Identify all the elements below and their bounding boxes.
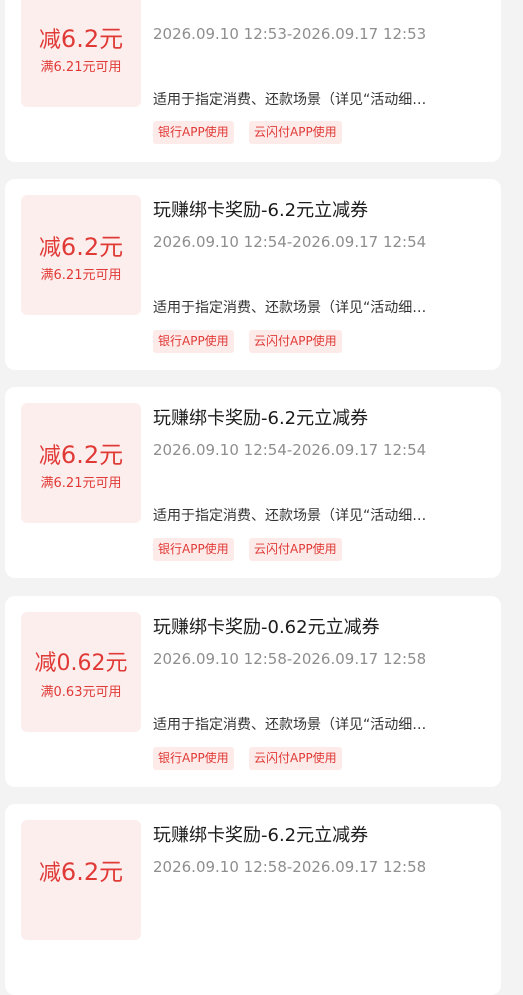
coupon-title: 玩赚绑卡奖励-6.2元立减券: [153, 408, 369, 429]
coupon-amount-badge: 减6.2元 满6.21元可用: [21, 403, 141, 523]
coupon-condition: 满0.63元可用: [40, 685, 122, 700]
coupon-card[interactable]: 减6.2元 满6.21元可用 2026.09.10 12:53-2026.09.…: [5, 0, 501, 162]
coupon-amount: 减6.2元: [38, 858, 124, 886]
tag-unionpay-app: 云闪付APP使用: [249, 330, 342, 353]
coupon-condition: 满6.21元可用: [40, 268, 122, 283]
tag-unionpay-app: 云闪付APP使用: [249, 747, 342, 770]
coupon-validity: 2026.09.10 12:54-2026.09.17 12:54: [153, 233, 427, 251]
tag-bank-app: 银行APP使用: [153, 330, 234, 353]
tag-bank-app: 银行APP使用: [153, 121, 234, 144]
coupon-card[interactable]: 减6.2元 满6.21元可用 玩赚绑卡奖励-6.2元立减券 2026.09.10…: [5, 387, 501, 578]
coupon-amount: 减6.2元: [38, 25, 124, 53]
coupon-amount: 减0.62元: [34, 651, 128, 676]
coupon-validity: 2026.09.10 12:58-2026.09.17 12:58: [153, 858, 427, 876]
coupon-amount-badge: 减6.2元 满6.21元可用: [21, 195, 141, 315]
coupon-description: 适用于指定消费、还款场景（详见“活动细…: [153, 717, 427, 733]
coupon-title: 玩赚绑卡奖励-0.62元立减券: [153, 617, 380, 638]
coupon-card[interactable]: 减6.2元 满6.21元可用 玩赚绑卡奖励-6.2元立减券 2026.09.10…: [5, 179, 501, 370]
coupon-card[interactable]: 减0.62元 满0.63元可用 玩赚绑卡奖励-0.62元立减券 2026.09.…: [5, 596, 501, 787]
coupon-card[interactable]: 减6.2元 玩赚绑卡奖励-6.2元立减券 2026.09.10 12:58-20…: [5, 804, 501, 995]
coupon-validity: 2026.09.10 12:54-2026.09.17 12:54: [153, 441, 427, 459]
coupon-amount-badge: 减6.2元 满6.21元可用: [21, 0, 141, 107]
coupon-amount-badge: 减6.2元: [21, 820, 141, 940]
coupon-amount-badge: 减0.62元 满0.63元可用: [21, 612, 141, 732]
coupon-title: 玩赚绑卡奖励-6.2元立减券: [153, 200, 369, 221]
tag-unionpay-app: 云闪付APP使用: [249, 121, 342, 144]
tag-bank-app: 银行APP使用: [153, 538, 234, 561]
coupon-validity: 2026.09.10 12:53-2026.09.17 12:53: [153, 25, 427, 43]
tag-unionpay-app: 云闪付APP使用: [249, 538, 342, 561]
coupon-description: 适用于指定消费、还款场景（详见“活动细…: [153, 300, 427, 316]
tag-bank-app: 银行APP使用: [153, 747, 234, 770]
coupon-condition: 满6.21元可用: [40, 60, 122, 75]
coupon-condition: 满6.21元可用: [40, 476, 122, 491]
coupon-title: 玩赚绑卡奖励-6.2元立减券: [153, 825, 369, 846]
coupon-description: 适用于指定消费、还款场景（详见“活动细…: [153, 508, 427, 524]
coupon-description: 适用于指定消费、还款场景（详见“活动细…: [153, 92, 427, 108]
coupon-amount: 减6.2元: [38, 441, 124, 469]
coupon-amount: 减6.2元: [38, 233, 124, 261]
coupon-validity: 2026.09.10 12:58-2026.09.17 12:58: [153, 650, 427, 668]
